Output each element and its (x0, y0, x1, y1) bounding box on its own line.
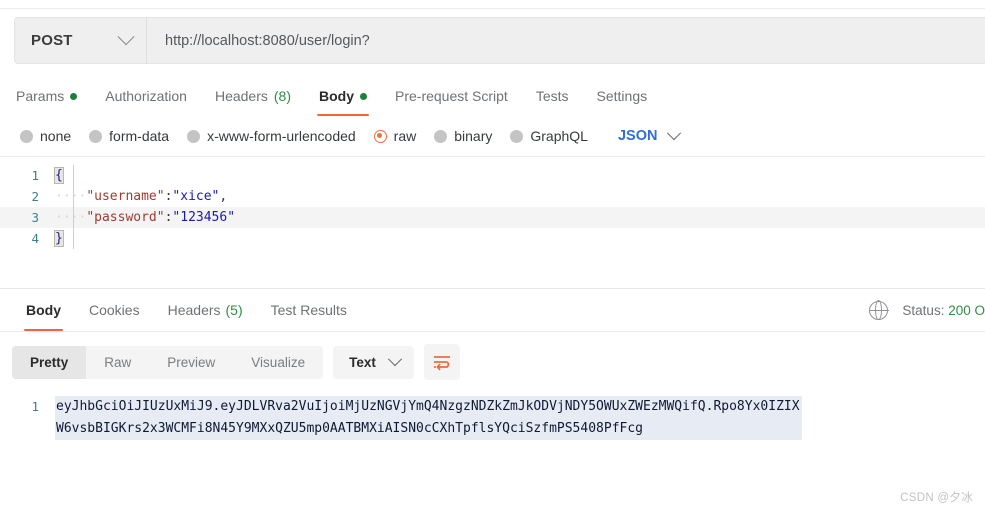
response-view-mode-group: Pretty Raw Preview Visualize (12, 345, 324, 379)
body-type-urlencoded-label: x-www-form-urlencoded (207, 128, 356, 144)
code-line: 1 { (0, 165, 985, 186)
chevron-down-icon (667, 126, 682, 141)
modified-dot-icon (360, 92, 367, 100)
radio-checked-icon (373, 129, 387, 143)
code-indent: ···· (55, 210, 87, 225)
body-type-raw[interactable]: raw (373, 128, 426, 144)
radio-icon (20, 129, 33, 143)
view-mode-preview[interactable]: Preview (149, 346, 233, 379)
view-mode-raw[interactable]: Raw (86, 346, 149, 379)
response-format-dropdown[interactable]: Text (333, 345, 414, 379)
word-wrap-button[interactable] (423, 344, 460, 380)
radio-icon (187, 129, 201, 143)
body-type-form-data[interactable]: form-data (89, 128, 178, 144)
code-open-brace: { (54, 167, 64, 184)
url-input[interactable]: http://localhost:8080/user/login? (147, 18, 985, 63)
code-indent: ···· (55, 189, 87, 204)
response-tab-cookies-label: Cookies (89, 302, 140, 318)
tab-tests-label: Tests (535, 88, 569, 104)
body-type-graphql[interactable]: GraphQL (510, 128, 597, 144)
tab-authorization-label: Authorization (105, 88, 187, 104)
response-tab-cookies[interactable]: Cookies (75, 289, 154, 331)
view-mode-pretty[interactable]: Pretty (12, 345, 87, 379)
code-line: 3 ····"password":"123456" (0, 207, 985, 228)
response-status-area: Status: 200 O (869, 289, 985, 331)
request-url-bar: POST http://localhost:8080/user/login? (14, 17, 985, 64)
status-value: 200 O (948, 302, 985, 318)
response-tab-headers-label: Headers (167, 302, 221, 318)
body-format-label: JSON (617, 128, 658, 144)
tab-pre-request-script-label: Pre-request Script (395, 88, 508, 104)
http-method-dropdown[interactable]: POST (15, 18, 147, 63)
line-number: 2 (31, 189, 39, 204)
response-body-token: eyJhbGciOiJIUzUxMiJ9.eyJDLVRva2VuIjoiMjU… (55, 396, 802, 440)
response-tab-body-label: Body (26, 302, 61, 318)
tab-headers[interactable]: Headers (8) (201, 76, 305, 116)
watermark: CSDN @夕冰 (900, 492, 973, 504)
body-type-binary[interactable]: binary (434, 128, 501, 144)
tab-body-label: Body (319, 88, 354, 104)
word-wrap-icon (433, 356, 450, 371)
radio-icon (434, 129, 448, 143)
status-label: Status: (902, 302, 945, 318)
body-type-none-label: none (40, 128, 72, 144)
response-tab-test-results[interactable]: Test Results (257, 289, 361, 331)
response-body-viewer[interactable]: 1 eyJhbGciOiJIUzUxMiJ9.eyJDLVRva2VuIjoiM… (0, 396, 985, 440)
body-type-raw-label: raw (393, 128, 417, 144)
body-type-binary-label: binary (454, 128, 493, 144)
window-top-divider (0, 0, 985, 9)
status-badge: Status: 200 O (902, 303, 985, 318)
body-type-urlencoded[interactable]: x-www-form-urlencoded (187, 128, 365, 144)
response-tab-body[interactable]: Body (12, 289, 75, 331)
code-comma: , (219, 189, 228, 204)
code-json-value: "123456" (172, 210, 236, 225)
response-tab-headers-count: (5) (225, 302, 243, 318)
body-type-graphql-label: GraphQL (530, 128, 588, 144)
line-number: 1 (31, 168, 39, 183)
code-close-brace: } (54, 230, 64, 247)
response-tab-test-results-label: Test Results (270, 302, 347, 318)
modified-dot-icon (70, 92, 78, 100)
body-type-none[interactable]: none (20, 128, 80, 144)
response-body-token-line-1: eyJhbGciOiJIUzUxMiJ9.eyJDLVRva2VuIjoiMjU… (56, 399, 714, 414)
tab-settings-label: Settings (596, 88, 648, 104)
radio-icon (510, 129, 524, 143)
response-view-toolbar: Pretty Raw Preview Visualize Text (0, 332, 985, 392)
tab-body[interactable]: Body (305, 76, 381, 116)
code-line: 2 ····"username":"xice", (0, 186, 985, 207)
tab-tests[interactable]: Tests (522, 76, 583, 116)
tab-settings[interactable]: Settings (583, 76, 662, 116)
radio-icon (89, 129, 103, 143)
http-method-label: POST (31, 32, 73, 49)
tab-headers-label: Headers (214, 88, 268, 104)
url-input-value: http://localhost:8080/user/login? (165, 32, 370, 49)
code-json-key: "username" (86, 189, 165, 204)
request-body-editor[interactable]: 1 { 2 ····"username":"xice", 3 ····"pass… (0, 157, 985, 289)
indent-guide (73, 165, 74, 249)
code-json-value: "xice" (172, 189, 220, 204)
code-line: 4 } (0, 228, 985, 249)
line-number: 3 (31, 210, 39, 225)
request-tab-bar: Params Authorization Headers (8) Body Pr… (0, 76, 985, 116)
code-json-key: "password" (86, 210, 165, 225)
body-type-form-data-label: form-data (109, 128, 170, 144)
line-number: 1 (31, 399, 39, 414)
globe-icon[interactable] (869, 300, 889, 320)
tab-params[interactable]: Params (16, 76, 91, 116)
tab-authorization[interactable]: Authorization (91, 76, 201, 116)
chevron-down-icon (387, 352, 402, 367)
response-format-label: Text (349, 354, 376, 370)
view-mode-visualize[interactable]: Visualize (233, 346, 323, 379)
body-type-selector: none form-data x-www-form-urlencoded raw… (0, 116, 985, 157)
tab-params-label: Params (16, 88, 65, 104)
tab-headers-count: (8) (273, 88, 291, 104)
response-tab-bar: Body Cookies Headers (5) Test Results St… (0, 289, 985, 332)
line-number: 4 (31, 231, 39, 246)
body-format-dropdown[interactable]: JSON (617, 126, 682, 144)
response-tab-headers[interactable]: Headers (5) (154, 289, 257, 331)
chevron-down-icon (117, 27, 135, 45)
tab-pre-request-script[interactable]: Pre-request Script (381, 76, 522, 116)
